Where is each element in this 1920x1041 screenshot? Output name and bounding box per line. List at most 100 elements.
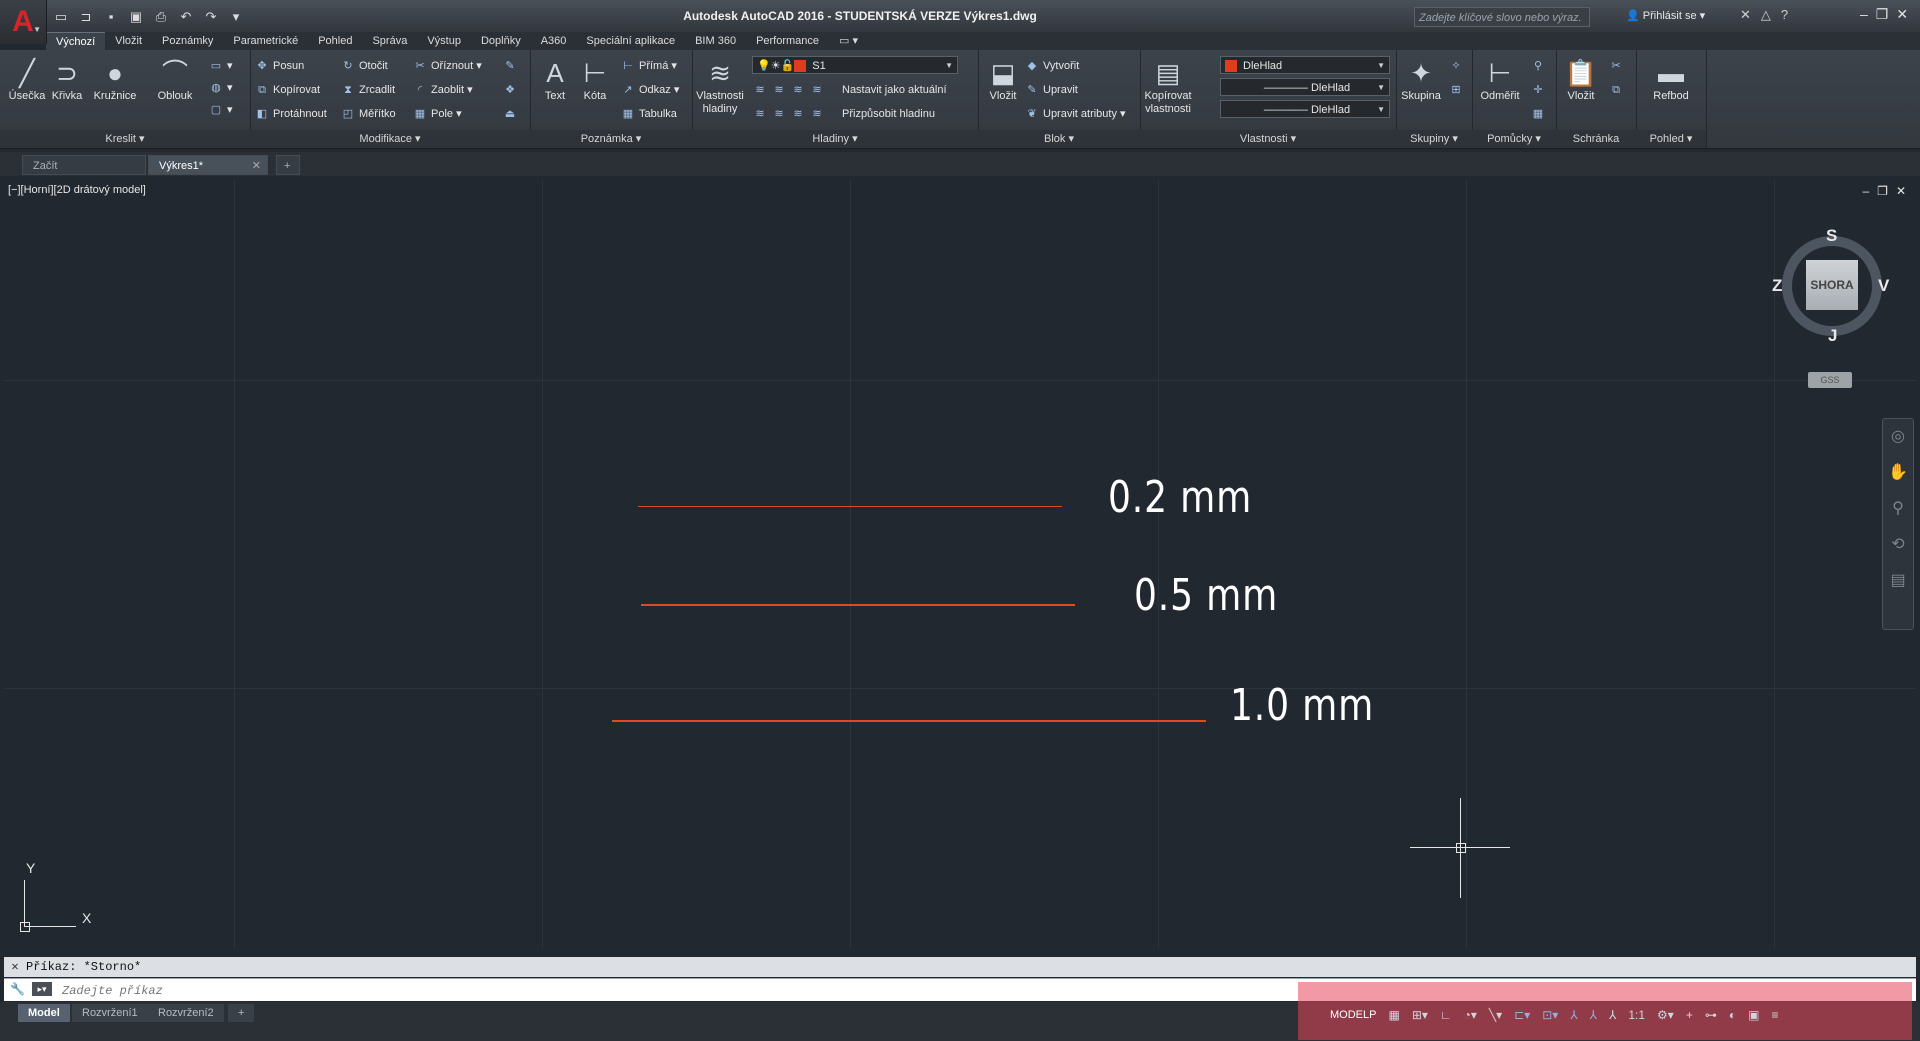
- group-edit-button[interactable]: ⊞: [1448, 80, 1467, 100]
- restore-icon[interactable]: ❐: [1876, 6, 1889, 23]
- label-0-2mm[interactable]: 0.2 mm: [1108, 472, 1252, 523]
- viewcube[interactable]: SHORA S J Z V: [1772, 226, 1892, 346]
- viewcube-top-face[interactable]: SHORA: [1806, 260, 1858, 310]
- close-icon[interactable]: ✕: [1896, 6, 1908, 23]
- customize-toolbar-icon[interactable]: ▾: [227, 8, 245, 26]
- copy-button[interactable]: ⧉ Kopírovat: [254, 80, 320, 100]
- print-icon[interactable]: ⎙: [152, 8, 170, 26]
- search-input[interactable]: Zadejte klíčové slovo nebo výraz.: [1414, 7, 1590, 27]
- a360-icon[interactable]: △: [1761, 7, 1771, 23]
- orbit-icon[interactable]: ⟲: [1883, 527, 1913, 563]
- copy-clip-button[interactable]: ⧉: [1608, 80, 1627, 100]
- save-as-icon[interactable]: ▣: [127, 8, 145, 26]
- wcs-menu-button[interactable]: GSS: [1808, 372, 1852, 388]
- close-command-line-icon[interactable]: ✕: [4, 957, 26, 977]
- scale-button[interactable]: ◰ Měřítko: [340, 104, 396, 124]
- compass-west[interactable]: Z: [1772, 276, 1782, 296]
- close-tab-icon[interactable]: ✕: [252, 156, 261, 176]
- command-prompt-icon[interactable]: ▸▾: [32, 982, 52, 996]
- close-icon[interactable]: ✕: [1896, 184, 1906, 198]
- stretch-button[interactable]: ◧ Protáhnout: [254, 104, 327, 124]
- isolate-icon[interactable]: ⊶: [1705, 1008, 1717, 1022]
- tab-vlozit[interactable]: Vložit: [105, 32, 152, 50]
- label-1-0mm[interactable]: 1.0 mm: [1230, 680, 1374, 731]
- layer-properties-button[interactable]: ≋ Vlastnosti hladiny: [694, 56, 746, 116]
- hamburger-menu-icon[interactable]: ≡: [1771, 1008, 1778, 1022]
- cut-button[interactable]: ✂: [1608, 56, 1627, 76]
- layer-combo[interactable]: 💡☀🔓 S1 ▼: [752, 56, 958, 74]
- fillet-button[interactable]: ◜ Zaoblit ▾: [412, 80, 473, 100]
- pan-icon[interactable]: ✋: [1883, 455, 1913, 491]
- snap-icon[interactable]: ⊞▾: [1412, 1008, 1428, 1022]
- zoom-icon[interactable]: ⚲: [1883, 491, 1913, 527]
- panel-title-pohled[interactable]: Pohled ▾: [1636, 130, 1706, 148]
- tab-specialni-aplikace[interactable]: Speciální aplikace: [576, 32, 685, 50]
- label-0-5mm[interactable]: 0.5 mm: [1134, 570, 1278, 621]
- steering-wheel-icon[interactable]: ◎: [1883, 419, 1913, 455]
- tab-sprava[interactable]: Správa: [362, 32, 417, 50]
- trim-button[interactable]: ✂ Oříznout ▾: [412, 56, 481, 76]
- hatch-tool[interactable]: ◍ ▾: [208, 78, 232, 98]
- new-file-icon[interactable]: ▭: [52, 8, 70, 26]
- boundary-tool[interactable]: ▢ ▾: [208, 100, 233, 120]
- create-block-button[interactable]: ◆ Vytvořit: [1024, 56, 1080, 76]
- polar-icon[interactable]: ◔▾: [1464, 1008, 1477, 1022]
- panel-title-blok[interactable]: Blok ▾: [978, 130, 1140, 148]
- sign-in-button[interactable]: 👤 Přihlásit se ▾: [1626, 9, 1705, 22]
- minimize-icon[interactable]: –: [1860, 6, 1868, 23]
- leader-button[interactable]: ↗ Odkaz ▾: [620, 80, 679, 100]
- exchange-icon[interactable]: ✕: [1740, 7, 1751, 23]
- viewport-controls-label[interactable]: [−][Horní][2D drátový model]: [8, 184, 146, 196]
- clean-screen-icon[interactable]: ▣: [1748, 1008, 1759, 1022]
- lineweight-combo[interactable]: ———— DleHlad ▼: [1220, 78, 1390, 96]
- tab-layout1[interactable]: Rozvržení1: [72, 1004, 148, 1022]
- base-point-button[interactable]: ▬ Refbod: [1648, 56, 1694, 103]
- showmotion-icon[interactable]: ▤: [1883, 563, 1913, 599]
- edit-attributes-button[interactable]: ❦ Upravit atributy ▾: [1024, 104, 1125, 124]
- point-button[interactable]: ✛: [1530, 80, 1549, 100]
- annotation-scale-icon[interactable]: ⅄: [1609, 1008, 1616, 1022]
- panel-title-modifikace[interactable]: Modifikace ▾: [250, 130, 530, 148]
- new-tab-button[interactable]: +: [276, 155, 300, 175]
- command-input[interactable]: [60, 982, 1264, 1000]
- panel-title-kreslit[interactable]: Kreslit ▾: [0, 130, 250, 148]
- open-file-icon[interactable]: ⊐: [77, 8, 95, 26]
- minimize-icon[interactable]: –: [1862, 184, 1869, 198]
- tab-pohled[interactable]: Pohled: [308, 32, 362, 50]
- annotation-scale[interactable]: 1:1: [1628, 1008, 1645, 1022]
- auto-scale-icon[interactable]: ⅄: [1590, 1008, 1597, 1022]
- tab-vychozi[interactable]: Výchozí: [46, 32, 106, 50]
- dimension-button[interactable]: ⊢ Kóta: [572, 56, 618, 103]
- layer-tools-row2[interactable]: ≋ ≋ ≋ ≋: [752, 104, 828, 124]
- line-0-5mm[interactable]: [641, 604, 1075, 606]
- rotate-button[interactable]: ↻ Otočit: [340, 56, 387, 76]
- match-properties-button[interactable]: ▤ Kopírovat vlastnosti: [1142, 56, 1194, 116]
- offset-button[interactable]: ⏏: [502, 104, 521, 124]
- mirror-button[interactable]: ⧗ Zrcadlit: [340, 80, 395, 100]
- tab-performance[interactable]: Performance: [746, 32, 829, 50]
- match-layer-button[interactable]: Přizpůsobit hladinu: [842, 104, 935, 124]
- quick-select-button[interactable]: ⚲: [1530, 56, 1549, 76]
- line-0-2mm[interactable]: [638, 506, 1062, 507]
- tab-layout2[interactable]: Rozvržení2: [148, 1004, 224, 1022]
- linear-dim-button[interactable]: ⊢ Přímá ▾: [620, 56, 677, 76]
- tab-start[interactable]: Začít: [22, 155, 146, 175]
- explode-button[interactable]: ❖: [502, 80, 521, 100]
- set-current-layer-button[interactable]: Nastavit jako aktuální: [842, 80, 947, 100]
- object-snap-tracking-icon[interactable]: ⊡▾: [1542, 1008, 1558, 1022]
- model-space-button[interactable]: MODELP: [1330, 1009, 1376, 1021]
- rectangle-tool[interactable]: ▭ ▾: [208, 56, 233, 76]
- tab-vystup[interactable]: Výstup: [417, 32, 471, 50]
- polyline-button[interactable]: ⊃ Křivka: [44, 56, 90, 103]
- tab-bim360[interactable]: BIM 360: [685, 32, 746, 50]
- redo-icon[interactable]: ↷: [202, 8, 220, 26]
- tab-drawing1[interactable]: Výkres1* ✕: [148, 155, 268, 175]
- panel-title-skupiny[interactable]: Skupiny ▾: [1396, 130, 1472, 148]
- line-1-0mm[interactable]: [612, 720, 1206, 722]
- panel-title-hladiny[interactable]: Hladiny ▾: [692, 130, 978, 148]
- erase-button[interactable]: ✎: [502, 56, 521, 76]
- panel-title-vlastnosti[interactable]: Vlastnosti ▾: [1140, 130, 1396, 148]
- object-snap-icon[interactable]: ⊏▾: [1514, 1008, 1530, 1022]
- compass-east[interactable]: V: [1878, 276, 1889, 296]
- ungroup-button[interactable]: ✧: [1448, 56, 1467, 76]
